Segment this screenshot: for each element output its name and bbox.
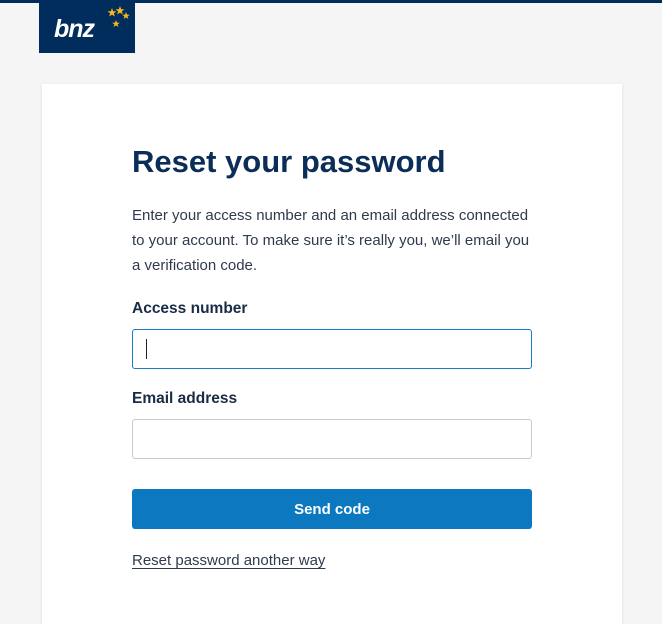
send-code-button[interactable]: Send code [132,489,532,529]
bnz-logo[interactable]: bnz [39,3,135,53]
email-address-label: Email address [132,390,238,407]
page-title: Reset your password [132,144,446,179]
text-cursor [146,339,147,359]
email-address-input[interactable] [132,419,532,459]
reset-another-way-link[interactable]: Reset password another way [132,551,325,571]
intro-text: Enter your access number and an email ad… [132,207,530,274]
access-number-input[interactable] [132,329,532,369]
southern-cross-stars-icon [107,6,130,27]
reset-password-card: Reset your password Enter your access nu… [42,84,622,624]
access-number-label: Access number [132,300,248,317]
